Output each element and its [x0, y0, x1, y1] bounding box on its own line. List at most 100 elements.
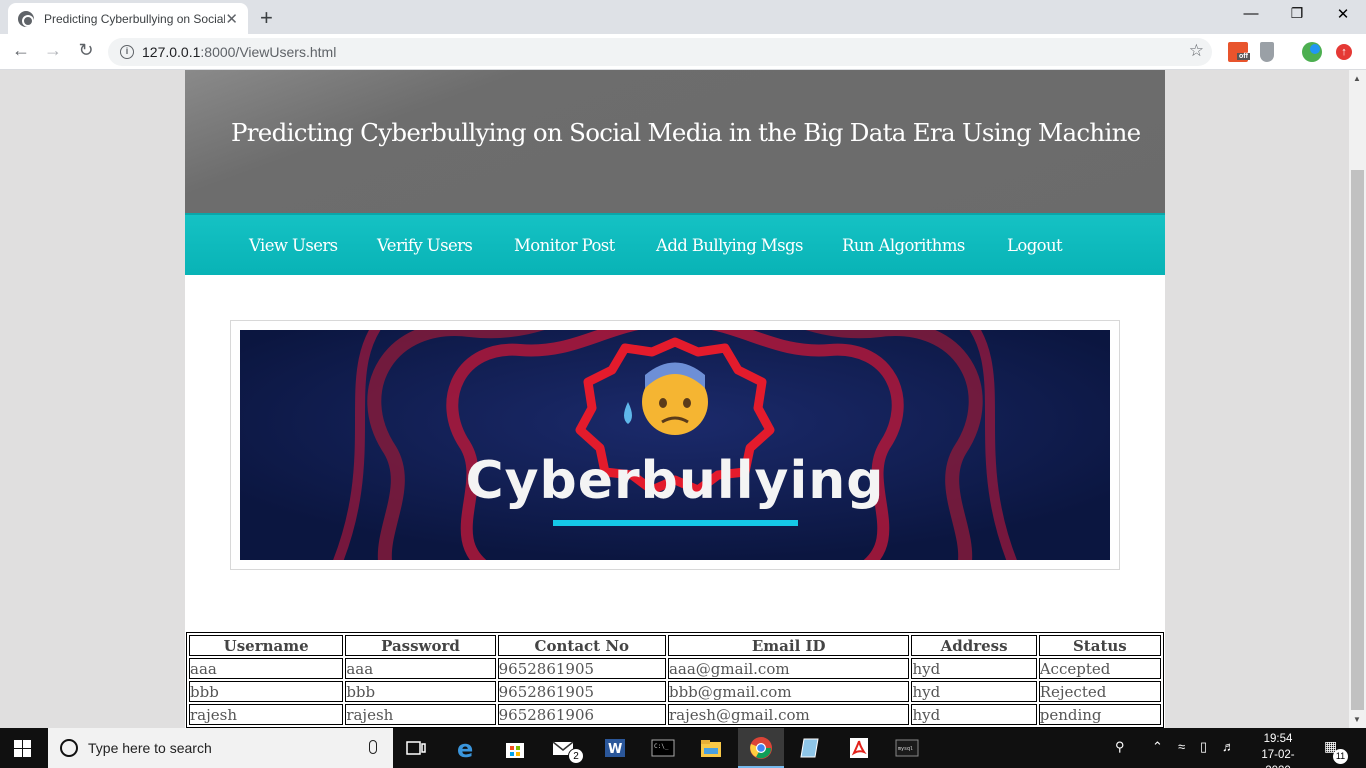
address-bar[interactable]: i 127.0.0.1:8000/ViewUsers.html ☆ [108, 38, 1212, 66]
cell-username: bbb [189, 681, 344, 702]
close-tab-icon[interactable]: ✕ [225, 10, 238, 28]
back-arrow-icon[interactable]: ← [8, 40, 34, 61]
store-icon[interactable] [503, 736, 527, 760]
col-contact: Contact No [497, 635, 666, 656]
globe-icon [18, 10, 34, 27]
window-close-icon[interactable]: ✕ [1320, 5, 1366, 23]
cell-address: hyd [911, 681, 1037, 702]
edge-icon[interactable]: e [455, 736, 479, 760]
browser-tab[interactable]: Predicting Cyberbullying on Social Media… [8, 3, 248, 34]
tray-chevron-icon[interactable]: ⌃ [1152, 739, 1163, 755]
shield-extension-icon[interactable] [1260, 42, 1274, 62]
cell-status: Rejected [1038, 681, 1161, 702]
table-header-row: Username Password Contact No Email ID Ad… [189, 635, 1161, 656]
clock-time: 19:54 [1263, 733, 1293, 745]
search-placeholder: Type here to search [88, 740, 212, 756]
url-path: :8000/ViewUsers.html [200, 44, 337, 60]
mail-badge: 2 [568, 748, 584, 764]
microphone-icon[interactable] [369, 740, 377, 754]
banner-frame: Cyberbullying [230, 320, 1120, 570]
col-status: Status [1038, 635, 1161, 656]
cell-email: rajesh@gmail.com [667, 704, 910, 725]
cell-address: hyd [911, 658, 1037, 679]
scroll-thumb[interactable] [1351, 170, 1364, 710]
update-icon[interactable]: ↑ [1336, 44, 1352, 60]
cell-contact: 9652861905 [497, 681, 666, 702]
banner-text: Cyberbullying [465, 451, 884, 511]
restore-icon[interactable]: ❐ [1274, 5, 1320, 22]
taskbar-search[interactable]: Type here to search [48, 728, 393, 768]
nav-add-bullying-msgs[interactable]: Add Bullying Msgs [656, 236, 803, 255]
browser-tab-strip: Predicting Cyberbullying on Social Media… [0, 0, 1366, 34]
acrobat-icon[interactable] [847, 736, 871, 760]
table-row: rajesh rajesh 9652861906 rajesh@gmail.co… [189, 704, 1161, 725]
browser-toolbar: ← → ↻ i 127.0.0.1:8000/ViewUsers.html ☆ … [0, 34, 1366, 70]
table-row: bbb bbb 9652861905 bbb@gmail.com hyd Rej… [189, 681, 1161, 702]
page-container: Predicting Cyberbullying on Social Media… [185, 70, 1165, 728]
cell-password: bbb [345, 681, 496, 702]
col-password: Password [345, 635, 496, 656]
cell-status: Accepted [1038, 658, 1161, 679]
forward-arrow-icon[interactable]: → [40, 40, 66, 61]
cell-username: rajesh [189, 704, 344, 725]
url-host: 127.0.0.1 [142, 44, 201, 60]
info-icon[interactable]: i [120, 45, 134, 59]
svg-text:mysql: mysql [898, 746, 913, 752]
word-icon[interactable]: W [603, 736, 627, 760]
cell-email: bbb@gmail.com [667, 681, 910, 702]
scroll-up-icon[interactable]: ▲ [1353, 74, 1361, 83]
cell-password: rajesh [345, 704, 496, 725]
page-title: Predicting Cyberbullying on Social Media… [231, 118, 1141, 147]
minimize-icon[interactable]: — [1228, 5, 1274, 22]
tab-title: Predicting Cyberbullying on Social Media… [44, 11, 226, 26]
mysql-icon[interactable]: mysql [895, 736, 919, 760]
taskbar-clock[interactable]: 19:54 17-02-2020 [1250, 731, 1306, 768]
banner-graphic: Cyberbullying [240, 330, 1110, 560]
cell-address: hyd [911, 704, 1037, 725]
site-header: Predicting Cyberbullying on Social Media… [185, 70, 1165, 213]
command-prompt-icon[interactable]: C:\_ [651, 736, 675, 760]
bookmark-star-icon[interactable]: ☆ [1189, 41, 1204, 61]
cortana-icon [60, 739, 78, 757]
cell-email: aaa@gmail.com [667, 658, 910, 679]
clock-date: 17-02-2020 [1261, 749, 1295, 768]
wifi-icon[interactable]: ≈ [1178, 739, 1185, 754]
col-username: Username [189, 635, 344, 656]
svg-text:e: e [457, 736, 473, 760]
task-view-icon[interactable] [404, 736, 428, 760]
vertical-scrollbar[interactable]: ▲ ▼ [1349, 70, 1366, 728]
extension-icon[interactable]: off [1228, 42, 1250, 62]
cell-status: pending [1038, 704, 1161, 725]
chrome-icon[interactable] [749, 736, 773, 760]
file-explorer-icon[interactable] [699, 736, 723, 760]
main-nav: View Users Verify Users Monitor Post Add… [185, 213, 1165, 275]
notification-count: 11 [1333, 749, 1348, 764]
volume-icon[interactable]: ♬ [1222, 739, 1235, 754]
table-row: aaa aaa 9652861905 aaa@gmail.com hyd Acc… [189, 658, 1161, 679]
new-tab-button[interactable]: + [260, 5, 273, 31]
nav-monitor-post[interactable]: Monitor Post [514, 236, 615, 255]
windows-taskbar: Type here to search e 2 W C:\_ mysql ⚲ ⌃… [0, 728, 1366, 768]
cyberbullying-banner: Cyberbullying [240, 330, 1110, 560]
svg-text:C:\_: C:\_ [654, 743, 669, 750]
nav-logout[interactable]: Logout [1007, 236, 1063, 255]
cell-username: aaa [189, 658, 344, 679]
nav-view-users[interactable]: View Users [249, 236, 338, 255]
url-text: 127.0.0.1:8000/ViewUsers.html [142, 44, 336, 60]
people-icon[interactable]: ⚲ [1115, 739, 1125, 755]
col-email: Email ID [667, 635, 910, 656]
col-address: Address [911, 635, 1037, 656]
users-table: Username Password Contact No Email ID Ad… [186, 632, 1164, 728]
extension-badge: off [1237, 53, 1250, 60]
cell-contact: 9652861906 [497, 704, 666, 725]
notepad-icon[interactable] [798, 736, 822, 760]
scroll-down-icon[interactable]: ▼ [1353, 715, 1361, 724]
nav-run-algorithms[interactable]: Run Algorithms [842, 236, 965, 255]
reload-icon[interactable]: ↻ [73, 40, 99, 61]
windows-start-icon[interactable] [14, 740, 31, 757]
nav-verify-users[interactable]: Verify Users [377, 236, 473, 255]
page-viewport: Predicting Cyberbullying on Social Media… [0, 70, 1349, 728]
battery-icon[interactable]: ▯ [1200, 739, 1207, 755]
svg-text:W: W [608, 742, 622, 757]
profile-extension-icon[interactable] [1302, 42, 1322, 62]
